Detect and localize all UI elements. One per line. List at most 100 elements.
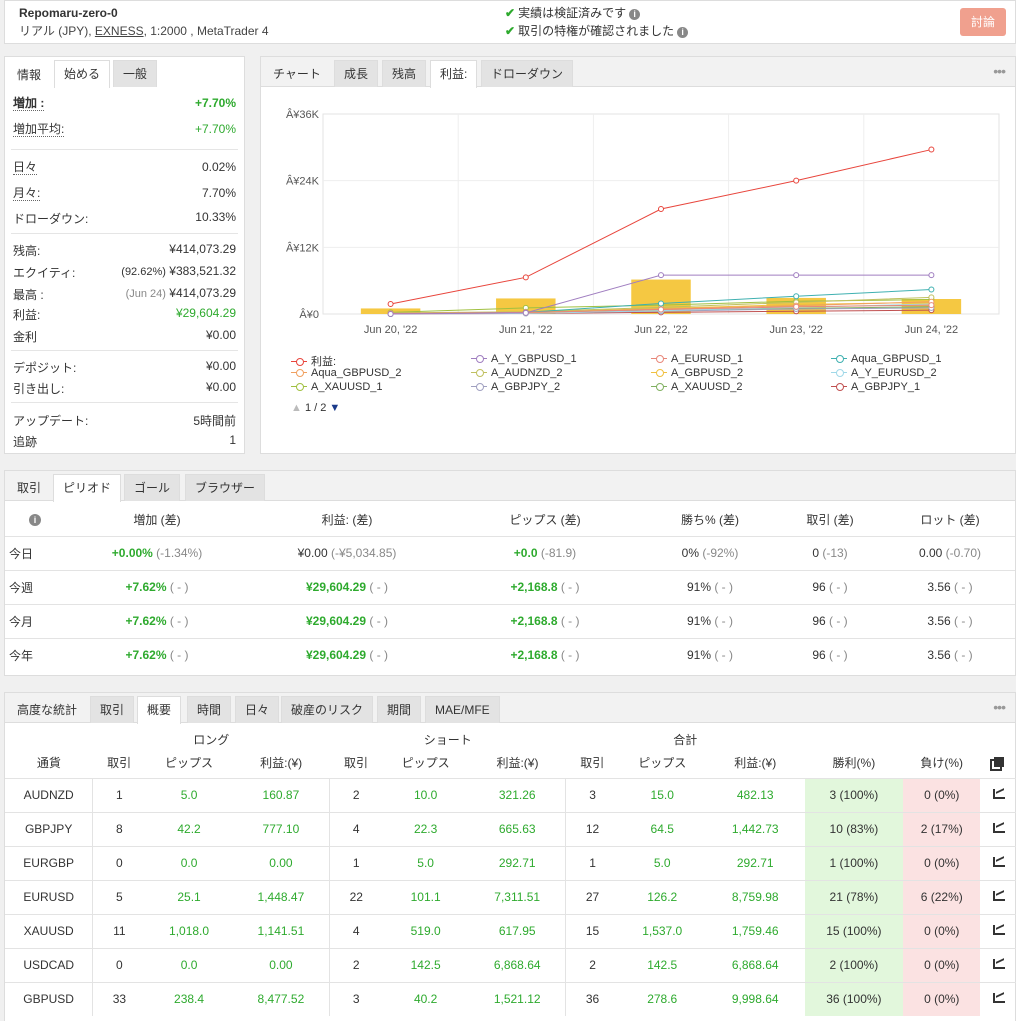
legend-marker-icon (831, 369, 847, 378)
summary-cell: 2 (329, 947, 383, 982)
period-cell: ¥29,604.29 ( - ) (249, 603, 445, 638)
more-options-icon[interactable]: ••• (993, 63, 1006, 79)
summary-col-header: 勝利(%) (832, 756, 876, 771)
legend-item[interactable]: A_XAUUSD_2 (651, 381, 743, 393)
summary-col-header: 取引 (580, 756, 605, 771)
legend-item[interactable]: A_GBPJPY_2 (471, 381, 560, 393)
copy-icon[interactable] (993, 756, 1004, 767)
chart-cell[interactable] (980, 947, 1016, 982)
tab-daily[interactable]: 日々 (235, 696, 280, 723)
summary-cell: 2 (100%) (804, 947, 904, 982)
tab-advanced-stats[interactable]: 高度な統計 (7, 696, 87, 723)
updated-value: 5時間前 (193, 414, 236, 428)
summary-col-header: 利益:(¥) (734, 756, 777, 771)
tab-period[interactable]: ピリオド (53, 474, 122, 502)
chart-cell[interactable] (980, 879, 1016, 914)
summary-cell: 27 (565, 879, 619, 914)
tab-drawdown[interactable]: ドローダウン (481, 60, 574, 87)
series-point (928, 272, 935, 279)
pager-down-icon[interactable]: ▼ (329, 402, 340, 414)
chart-icon[interactable] (992, 789, 1005, 799)
highest-row: 最高 : (Jun 24) ¥414,073.29 (13, 284, 236, 304)
drawdown-label: ドローダウン: (13, 212, 89, 226)
more-options-icon[interactable]: ••• (993, 699, 1006, 715)
deposits-value: ¥0.00 (205, 359, 236, 373)
legend-marker-icon (651, 383, 667, 392)
summary-cell: 64.5 (618, 811, 706, 846)
tab-hours[interactable]: 時間 (187, 696, 232, 723)
chart-icon[interactable] (992, 823, 1005, 833)
tab-trades[interactable]: 取引 (90, 696, 135, 723)
equity-value: ¥383,521.32 (169, 264, 236, 278)
legend-label: A_XAUUSD_1 (311, 381, 383, 393)
tab-growth[interactable]: 成長 (334, 60, 379, 87)
tab-mae-mfe[interactable]: MAE/MFE (425, 696, 500, 723)
chart-icon[interactable] (992, 857, 1005, 867)
period-value: +0.00% (111, 546, 153, 560)
tab-profit[interactable]: 利益: (430, 60, 478, 88)
tab-trades[interactable]: 取引 (7, 474, 51, 501)
chart-icon[interactable] (992, 959, 1005, 969)
period-diff: ( - ) (366, 648, 389, 663)
tab-risk-of-ruin[interactable]: 破産のリスク (281, 696, 374, 723)
period-cell: ¥29,604.29 ( - ) (249, 637, 445, 672)
withdrawals-row: 引き出し: ¥0.00 (13, 378, 236, 398)
chart-icon[interactable] (992, 925, 1005, 935)
period-cell: +2,168.8 ( - ) (445, 637, 645, 672)
tab-chart[interactable]: チャート (263, 60, 331, 87)
period-value: +2,168.8 (510, 580, 558, 594)
copy-cell[interactable] (980, 748, 1016, 778)
broker-link[interactable]: EXNESS (95, 24, 144, 38)
tab-start[interactable]: 始める (54, 60, 111, 88)
legend-item[interactable]: Aqua_GBPUSD_2 (291, 367, 402, 379)
period-cell: 3.56 ( - ) (885, 637, 1015, 672)
legend-item[interactable]: Aqua_GBPUSD_1 (831, 353, 942, 365)
summary-cell: 15 (100%) (804, 913, 904, 948)
legend-item[interactable]: A_XAUUSD_1 (291, 381, 383, 393)
series-point (793, 272, 800, 279)
series-point (793, 303, 800, 310)
chart-cell[interactable] (980, 811, 1016, 846)
tab-browser[interactable]: ブラウザー (185, 474, 266, 501)
chart-cell[interactable] (980, 777, 1016, 812)
tab-goals[interactable]: ゴール (124, 474, 181, 501)
period-cell: 0% (-92%) (645, 535, 775, 570)
tab-info[interactable]: 情報 (7, 61, 51, 88)
tab-balance[interactable]: 残高 (382, 60, 427, 87)
period-cell: 3.56 ( - ) (885, 569, 1015, 604)
info-icon[interactable]: i (677, 27, 689, 38)
legend-item[interactable]: A_Y_EURUSD_2 (831, 367, 937, 379)
legend-item[interactable]: A_EURUSD_1 (651, 353, 743, 365)
chart-icon[interactable] (992, 993, 1005, 1004)
period-diff: ( - ) (950, 648, 973, 663)
period-diff: ( - ) (366, 580, 389, 594)
balance-row: 残高: ¥414,073.29 (13, 240, 236, 260)
info-icon[interactable]: i (629, 9, 641, 20)
pager-up-icon[interactable]: ▲ (291, 402, 302, 414)
period-diff: ( - ) (711, 580, 734, 594)
chart-cell[interactable] (980, 913, 1016, 948)
chart-icon[interactable] (992, 891, 1005, 901)
chart-cell[interactable] (980, 845, 1016, 880)
chart-cell[interactable] (980, 981, 1016, 1016)
equity-row: エクイティ: (92.62%) ¥383,521.32 (13, 262, 236, 282)
legend-item[interactable]: A_Y_GBPUSD_1 (471, 353, 577, 365)
tab-general[interactable]: 一般 (113, 60, 158, 87)
summary-cell: 21 (78%) (804, 879, 904, 914)
summary-cell: 2 (17%) (903, 811, 981, 846)
tab-summary[interactable]: 概要 (137, 696, 182, 724)
legend-item[interactable]: A_GBPUSD_2 (651, 367, 743, 379)
tab-duration[interactable]: 期間 (377, 696, 422, 723)
legend-item[interactable]: A_GBPJPY_1 (831, 381, 920, 393)
info-icon[interactable]: i (5, 503, 65, 536)
highest-value: ¥414,073.29 (169, 286, 236, 300)
period-row: 今年 +7.62% ( - ) ¥29,604.29 ( - ) +2,168.8 (… (5, 637, 1015, 672)
period-cell: 0 (-13) (775, 535, 885, 570)
summary-cell: 36 (565, 981, 619, 1016)
summary-cell: 12 (565, 811, 619, 846)
period-cell: +0.0 (-81.9) (445, 535, 645, 570)
interest-label: 金利 (13, 330, 38, 344)
col-profit: 利益: (差) (321, 512, 373, 527)
discuss-button[interactable]: 討論 (960, 8, 1006, 36)
legend-item[interactable]: A_AUDNZD_2 (471, 367, 563, 379)
